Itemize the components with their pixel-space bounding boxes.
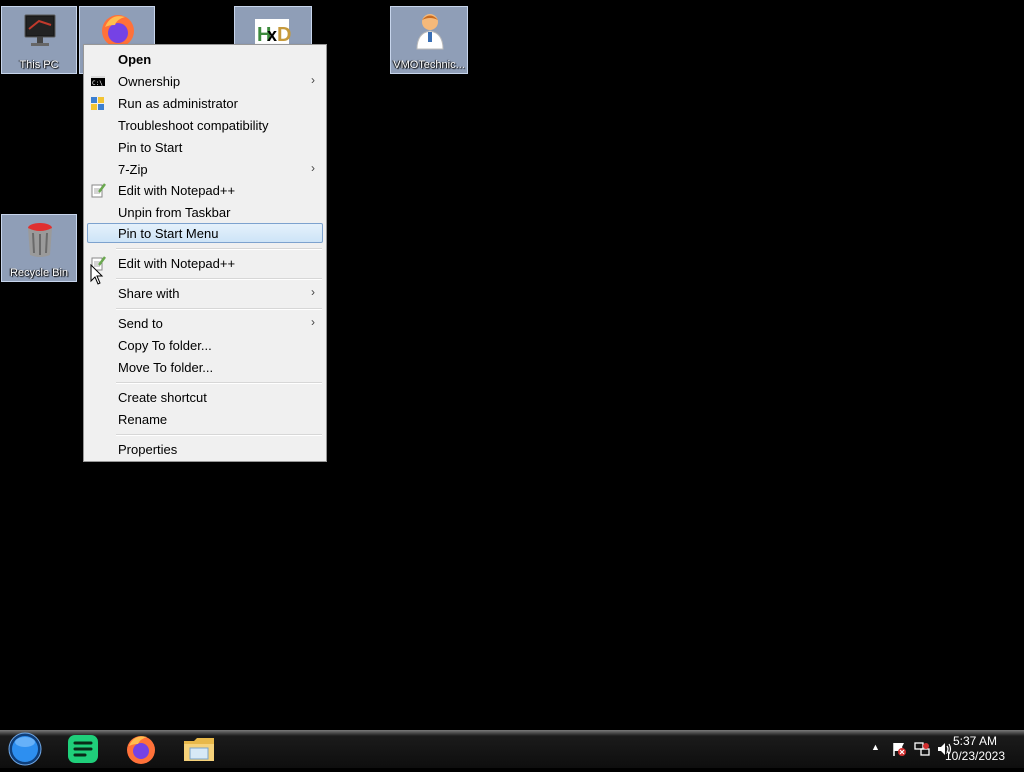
action-center-flag-icon[interactable]	[891, 741, 907, 757]
menu-item-troubleshoot-compatibility[interactable]: Troubleshoot compatibility	[87, 115, 323, 135]
menu-item-label: Ownership	[118, 74, 181, 89]
menu-item-label: Unpin from Taskbar	[118, 205, 231, 220]
menu-item-label: Open	[118, 52, 152, 67]
desktop-icon-label: Recycle Bin	[9, 267, 69, 279]
menu-item-label: Edit with Notepad++	[118, 183, 236, 198]
menu-item-send-to[interactable]: Send to ›	[87, 313, 323, 333]
menu-item-label: Properties	[118, 442, 178, 457]
shield-icon	[91, 97, 104, 110]
svg-text:D: D	[277, 24, 291, 46]
menu-item-label: 7-Zip	[118, 162, 148, 177]
doctor-icon	[416, 14, 444, 50]
clock-time: 5:37 AM	[952, 734, 998, 748]
menu-item-create-shortcut[interactable]: Create shortcut	[87, 387, 323, 407]
menu-item-label: Send to	[118, 316, 163, 331]
desktop-icon-label: This PC	[19, 59, 59, 71]
taskbar-firefox[interactable]	[124, 733, 158, 765]
system-tray: ▲ 5:37 AM 10/23/2023	[844, 730, 1024, 768]
menu-item-label: Share with	[118, 286, 180, 301]
menu-item-label: Create shortcut	[118, 390, 207, 405]
desktop-icon-recycle-bin[interactable]: Recycle Bin	[1, 214, 77, 282]
chevron-right-icon: ›	[311, 161, 315, 175]
menu-item-move-to-folder[interactable]: Move To folder...	[87, 357, 323, 377]
chevron-right-icon: ›	[311, 285, 315, 299]
start-button[interactable]	[7, 731, 43, 767]
menu-item-label: Run as administrator	[118, 96, 238, 111]
start-orb-icon	[8, 732, 42, 766]
taskbar-file-explorer[interactable]	[182, 733, 216, 765]
menu-item-7-zip[interactable]: 7-Zip ›	[87, 159, 323, 179]
network-icon[interactable]	[914, 741, 930, 757]
menu-separator	[116, 308, 322, 310]
menu-item-label: Pin to Start	[118, 140, 183, 155]
svg-text:x: x	[267, 25, 277, 45]
menu-item-share-with[interactable]: Share with ›	[87, 283, 323, 303]
notepad-plus-icon	[91, 183, 106, 198]
menu-item-label: Move To folder...	[118, 360, 214, 375]
chevron-right-icon: ›	[311, 315, 315, 329]
recycle-bin-icon	[28, 223, 52, 257]
chevron-right-icon: ›	[311, 73, 315, 87]
console-icon: C:\	[91, 76, 105, 87]
clock-date: 10/23/2023	[944, 749, 1006, 763]
menu-item-label: Copy To folder...	[118, 338, 212, 353]
menu-item-unpin-from-taskbar[interactable]: Unpin from Taskbar	[87, 202, 323, 222]
context-menu: Open C:\ Ownership › Run as administrato…	[83, 44, 327, 462]
menu-item-open[interactable]: Open	[87, 49, 323, 69]
menu-item-label: Edit with Notepad++	[118, 256, 236, 271]
firefox-icon	[127, 736, 155, 764]
taskbar-notes-app[interactable]	[66, 733, 100, 765]
menu-item-edit-with-notepad-plus-2[interactable]: Edit with Notepad++	[87, 253, 323, 273]
mouse-cursor-icon	[90, 264, 104, 285]
menu-item-properties[interactable]: Properties	[87, 439, 323, 459]
menu-item-pin-to-start-menu[interactable]: Pin to Start Menu	[87, 223, 323, 243]
desktop-icon-label: VMOTechnic...	[393, 59, 465, 71]
menu-separator	[116, 278, 322, 280]
menu-item-rename[interactable]: Rename	[87, 409, 323, 429]
computer-icon	[24, 14, 56, 46]
menu-separator	[116, 434, 322, 436]
taskbar: ▲ 5:37 AM 10/23/2023	[0, 730, 1024, 768]
menu-item-label: Pin to Start Menu	[118, 226, 219, 241]
svg-text:C:\: C:\	[92, 80, 103, 87]
menu-item-copy-to-folder[interactable]: Copy To folder...	[87, 335, 323, 355]
tray-overflow-arrow-icon[interactable]: ▲	[871, 742, 880, 752]
desktop-icon-vmotechnic[interactable]: VMOTechnic...	[390, 6, 468, 74]
folder-icon	[184, 738, 214, 761]
notes-icon	[68, 735, 98, 763]
menu-separator	[116, 382, 322, 384]
taskbar-clock[interactable]: 5:37 AM 10/23/2023	[940, 734, 1010, 764]
menu-item-label: Rename	[118, 412, 168, 427]
menu-separator	[116, 248, 322, 250]
menu-item-run-as-administrator[interactable]: Run as administrator	[87, 93, 323, 113]
menu-item-pin-to-start[interactable]: Pin to Start	[87, 137, 323, 157]
menu-item-edit-with-notepad-plus[interactable]: Edit with Notepad++	[87, 180, 323, 200]
menu-item-ownership[interactable]: C:\ Ownership ›	[87, 71, 323, 91]
menu-item-label: Troubleshoot compatibility	[118, 118, 269, 133]
desktop: This PC H x D VMOTechnic... Recycle Bin …	[0, 0, 1024, 730]
desktop-icon-this-pc[interactable]: This PC	[1, 6, 77, 74]
